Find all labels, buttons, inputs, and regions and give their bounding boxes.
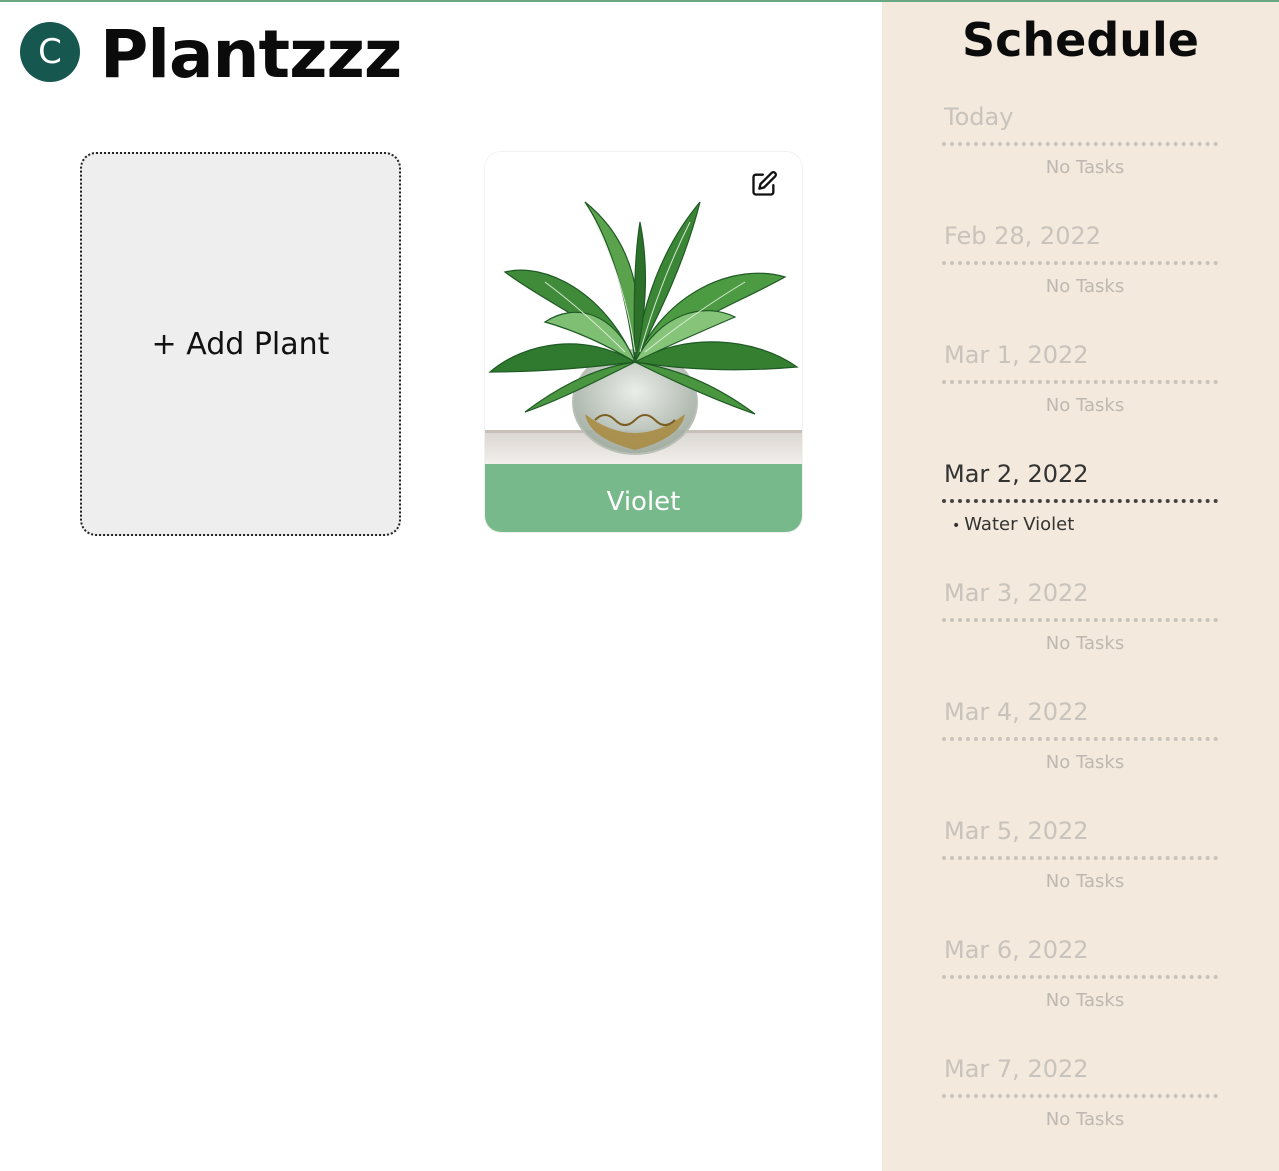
day-empty-text: No Tasks (1045, 990, 1125, 1011)
day-date: Mar 2, 2022 (944, 460, 1089, 488)
day-empty-text: No Tasks (1045, 633, 1125, 654)
day-date: Mar 1, 2022 (944, 341, 1089, 369)
plant-card-violet[interactable]: Violet (485, 152, 802, 532)
day-divider (942, 261, 1218, 265)
schedule-day: Mar 6, 2022 No Tasks (942, 935, 1218, 1035)
potted-plant-image (485, 152, 802, 464)
day-empty-text: No Tasks (1045, 1109, 1125, 1130)
avatar[interactable]: C (20, 22, 80, 82)
day-divider (942, 142, 1218, 146)
day-date: Mar 5, 2022 (944, 817, 1089, 845)
schedule-title: Schedule (962, 13, 1199, 67)
day-date: Mar 3, 2022 (944, 579, 1089, 607)
schedule-day: Mar 5, 2022 No Tasks (942, 816, 1218, 916)
day-divider (942, 1094, 1218, 1098)
schedule-panel: Schedule Today No Tasks Feb 28, 2022 No … (882, 2, 1279, 1171)
add-plant-label: + Add Plant (151, 326, 330, 362)
add-plant-button[interactable]: + Add Plant (80, 152, 401, 536)
schedule-day: Feb 28, 2022 No Tasks (942, 221, 1218, 321)
schedule-day: Today No Tasks (942, 102, 1218, 202)
day-date: Mar 6, 2022 (944, 936, 1089, 964)
day-date: Today (944, 103, 1014, 131)
schedule-day: Mar 4, 2022 No Tasks (942, 697, 1218, 797)
day-divider (942, 737, 1218, 741)
schedule-day: Mar 1, 2022 No Tasks (942, 340, 1218, 440)
day-divider (942, 975, 1218, 979)
day-divider (942, 499, 1218, 503)
day-empty-text: No Tasks (1045, 871, 1125, 892)
schedule-day: Mar 7, 2022 No Tasks (942, 1054, 1218, 1154)
day-divider (942, 618, 1218, 622)
task-bullet: • (952, 518, 961, 534)
day-empty-text: No Tasks (1045, 157, 1125, 178)
task-label: Water Violet (964, 514, 1075, 535)
day-empty-text: No Tasks (1045, 395, 1125, 416)
day-empty-text: No Tasks (1045, 752, 1125, 773)
plant-name: Violet (485, 464, 802, 532)
day-date: Feb 28, 2022 (944, 222, 1101, 250)
app-title: Plantzzz (100, 16, 402, 93)
schedule-day-current: Mar 2, 2022 • Water Violet (942, 459, 1218, 559)
task-item[interactable]: • Water Violet (952, 513, 1074, 538)
day-date: Mar 4, 2022 (944, 698, 1089, 726)
day-date: Mar 7, 2022 (944, 1055, 1089, 1083)
edit-icon[interactable] (750, 170, 778, 198)
day-empty-text: No Tasks (1045, 276, 1125, 297)
schedule-day: Mar 3, 2022 No Tasks (942, 578, 1218, 678)
day-divider (942, 856, 1218, 860)
day-divider (942, 380, 1218, 384)
